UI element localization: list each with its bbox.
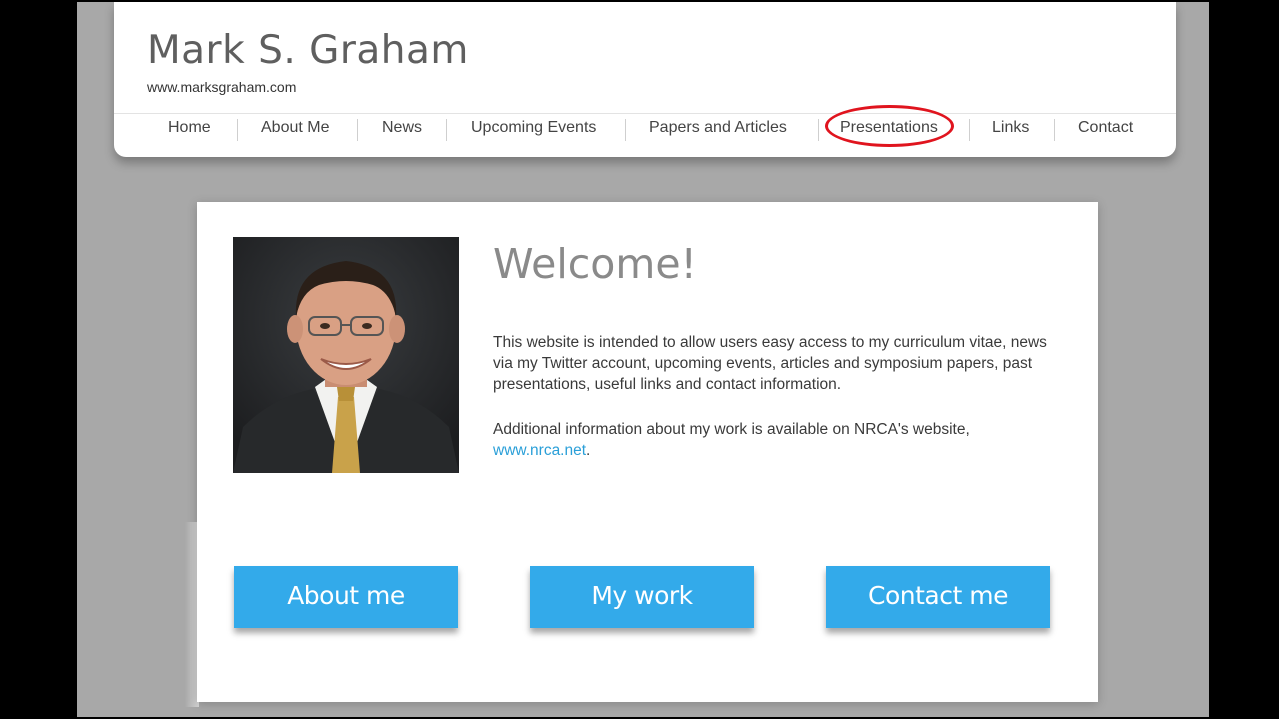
nav-separator — [446, 119, 447, 141]
nav-item-home[interactable]: Home — [168, 119, 211, 137]
nav-separator — [818, 119, 819, 141]
nav-separator — [625, 119, 626, 141]
nav-item-upcoming-events[interactable]: Upcoming Events — [471, 119, 596, 137]
nrca-paragraph-end: . — [586, 442, 591, 459]
nav-item-links[interactable]: Links — [992, 119, 1029, 137]
nav-separator — [969, 119, 970, 141]
presentations-highlight-circle — [825, 105, 954, 147]
browser-viewport: Mark S. Graham www.marksgraham.com Home … — [77, 2, 1209, 717]
nav-item-papers-and-articles[interactable]: Papers and Articles — [649, 119, 787, 137]
about-me-button[interactable]: About me — [234, 566, 458, 628]
contact-me-button[interactable]: Contact me — [826, 566, 1050, 628]
nav-item-news[interactable]: News — [382, 119, 422, 137]
nav-item-contact[interactable]: Contact — [1078, 119, 1133, 137]
nav-item-about-me[interactable]: About Me — [261, 119, 329, 137]
nrca-paragraph: Additional information about my work is … — [493, 419, 1063, 461]
intro-paragraph: This website is intended to allow users … — [493, 334, 1047, 393]
nav-separator — [357, 119, 358, 141]
main-nav: Home About Me News Upcoming Events Paper… — [114, 113, 1176, 144]
site-url: www.marksgraham.com — [147, 79, 297, 95]
nav-separator — [237, 119, 238, 141]
nav-separator — [1054, 119, 1055, 141]
profile-photo — [233, 237, 459, 473]
nrca-link[interactable]: www.nrca.net — [493, 442, 586, 459]
welcome-panel: Welcome! This website is intended to all… — [197, 202, 1098, 702]
site-header: Mark S. Graham www.marksgraham.com Home … — [114, 2, 1176, 157]
welcome-heading: Welcome! — [493, 240, 697, 288]
nrca-paragraph-text: Additional information about my work is … — [493, 421, 970, 438]
portrait-image — [233, 237, 459, 473]
site-title[interactable]: Mark S. Graham — [147, 28, 469, 73]
my-work-button[interactable]: My work — [530, 566, 754, 628]
